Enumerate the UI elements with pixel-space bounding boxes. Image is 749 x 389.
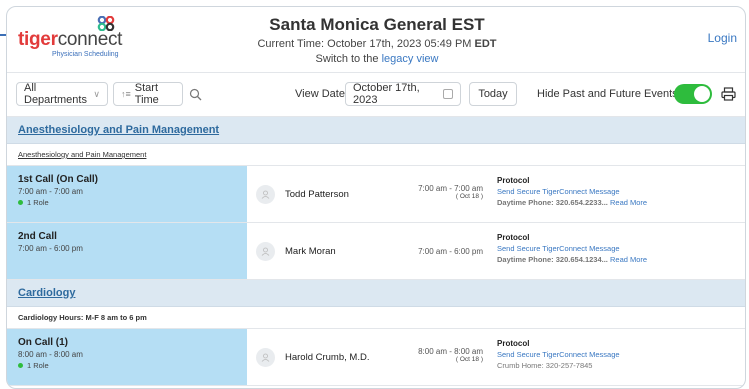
sort-icon: ↑≡	[121, 89, 131, 99]
role-name: 2nd Call	[18, 231, 57, 242]
send-message-link[interactable]: Send Secure TigerConnect Message	[497, 243, 647, 254]
daytime-phone: Daytime Phone: 320.654.2233... Read More	[497, 197, 647, 208]
person-name[interactable]: Mark Moran	[285, 246, 336, 257]
shift-time: 8:00 am - 8:00 am ( Oct 18 )	[418, 347, 483, 363]
shift-time: 7:00 am - 6:00 pm	[418, 247, 483, 256]
logo-wordmark: tigerconnect	[18, 29, 122, 51]
section-subtitle-link[interactable]: Anesthesiology and Pain Management	[7, 144, 745, 166]
view-date-label: View Date	[295, 88, 345, 100]
current-time-text: Current Time: October 17th, 2023 05:49 P…	[257, 38, 475, 50]
role-time: 7:00 am - 6:00 pm	[18, 244, 83, 253]
view-date-value: October 17th, 2023	[353, 82, 420, 106]
toolbar: All Departments ∨ ↑≡ Start Time View Dat…	[7, 73, 745, 117]
role-cell: 2nd Call 7:00 am - 6:00 pm	[7, 223, 247, 279]
protocol-title: Protocol	[497, 233, 530, 242]
status-dot-icon	[18, 200, 23, 205]
hide-events-toggle[interactable]	[674, 84, 712, 104]
send-message-link[interactable]: Send Secure TigerConnect Message	[497, 349, 620, 360]
logo-connect-text: connect	[57, 29, 123, 50]
protocol-title: Protocol	[497, 339, 530, 348]
protocol-block: Protocol Send Secure TigerConnect Messag…	[497, 232, 647, 265]
role-count-text: 1 Role	[27, 198, 49, 207]
protocol-title: Protocol	[497, 176, 530, 185]
current-time: Current Time: October 17th, 2023 05:49 P…	[187, 38, 567, 50]
toggle-knob	[694, 86, 710, 102]
search-icon[interactable]	[187, 82, 203, 106]
shift-date-note: ( Oct 18 )	[455, 356, 483, 363]
person-name[interactable]: Todd Patterson	[285, 189, 349, 200]
switch-view: Switch to the legacy view	[187, 53, 567, 65]
login-button[interactable]: Login	[708, 31, 737, 45]
schedule-row: 2nd Call 7:00 am - 6:00 pm Mark Moran 7:…	[7, 223, 745, 280]
home-phone: Crumb Home: 320-257-7845	[497, 361, 593, 370]
shift-time-text: 7:00 am - 7:00 am	[418, 184, 483, 193]
shift-time-text: 7:00 am - 6:00 pm	[418, 247, 483, 256]
user-avatar-icon	[256, 185, 275, 204]
status-dot-icon	[18, 363, 23, 368]
daytime-phone: Daytime Phone: 320.654.1234... Read More	[497, 254, 647, 265]
start-time-sort-button[interactable]: ↑≡ Start Time	[113, 82, 183, 106]
role-cell: On Call (1) 8:00 am - 8:00 am 1 Role	[7, 329, 247, 385]
read-more-link[interactable]: Read More	[610, 255, 647, 264]
section-title-link[interactable]: Cardiology	[18, 287, 75, 299]
logo-tiger-text: tiger	[18, 29, 58, 50]
daytime-phone-text: Daytime Phone: 320.654.1234...	[497, 255, 608, 264]
app-window: tigerconnect Physician Scheduling Santa …	[6, 6, 746, 389]
section-subtitle: Cardiology Hours: M-F 8 am to 6 pm	[7, 307, 745, 329]
page-title: Santa Monica General EST	[269, 15, 485, 34]
role-count: 1 Role	[18, 361, 236, 370]
section-header-anesthesiology[interactable]: Anesthesiology and Pain Management	[7, 117, 745, 144]
printer-icon[interactable]	[721, 82, 737, 106]
role-cell: 1st Call (On Call) 7:00 am - 7:00 am 1 R…	[7, 166, 247, 222]
role-name: On Call (1)	[18, 337, 69, 348]
switch-view-text: Switch to the	[315, 53, 382, 65]
protocol-block: Protocol Send Secure TigerConnect Messag…	[497, 175, 647, 208]
legacy-view-link[interactable]: legacy view	[382, 53, 439, 65]
person-name[interactable]: Harold Crumb, M.D.	[285, 352, 369, 363]
protocol-block: Protocol Send Secure TigerConnect Messag…	[497, 338, 620, 371]
today-button[interactable]: Today	[469, 82, 517, 106]
role-count: 1 Role	[18, 198, 236, 207]
shift-date-note: ( Oct 18 )	[455, 193, 483, 200]
app-header: tigerconnect Physician Scheduling Santa …	[7, 7, 745, 73]
role-name: 1st Call (On Call)	[18, 174, 99, 185]
daytime-phone-text: Daytime Phone: 320.654.2233...	[497, 198, 608, 207]
send-message-link[interactable]: Send Secure TigerConnect Message	[497, 186, 647, 197]
time-zone: EDT	[474, 38, 497, 50]
department-select[interactable]: All Departments ∨	[16, 82, 108, 106]
calendar-icon	[442, 89, 453, 99]
hide-events-label: Hide Past and Future Events	[537, 88, 678, 100]
role-time: 7:00 am - 7:00 am	[18, 187, 83, 196]
role-count-text: 1 Role	[27, 361, 49, 370]
user-avatar-icon	[256, 242, 275, 261]
logo-subtitle: Physician Scheduling	[52, 51, 119, 58]
role-time: 8:00 am - 8:00 am	[18, 350, 83, 359]
shift-time-text: 8:00 am - 8:00 am	[418, 347, 483, 356]
user-avatar-icon	[256, 348, 275, 367]
read-more-link[interactable]: Read More	[610, 198, 647, 207]
department-select-value: All Departments	[24, 82, 87, 106]
shift-time: 7:00 am - 7:00 am ( Oct 18 )	[418, 184, 483, 200]
start-time-label: Start Time	[134, 82, 159, 106]
schedule-row: 1st Call (On Call) 7:00 am - 7:00 am 1 R…	[7, 166, 745, 223]
section-title-link[interactable]: Anesthesiology and Pain Management	[18, 124, 219, 136]
view-date-input[interactable]: October 17th, 2023	[345, 82, 461, 106]
header-center: Santa Monica General EST Current Time: O…	[187, 15, 567, 65]
section-header-cardiology[interactable]: Cardiology	[7, 280, 745, 307]
schedule-row: On Call (1) 8:00 am - 8:00 am 1 Role Har…	[7, 329, 745, 386]
tigerconnect-logo[interactable]: tigerconnect Physician Scheduling	[18, 15, 128, 61]
chevron-down-icon: ∨	[93, 88, 100, 99]
